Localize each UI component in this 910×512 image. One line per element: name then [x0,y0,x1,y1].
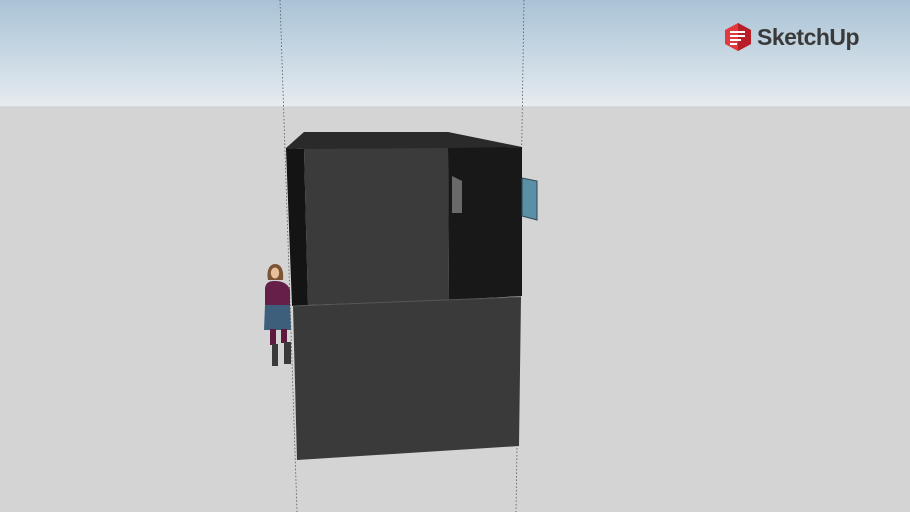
building-model[interactable] [286,132,538,460]
window-right [521,177,538,221]
person-top [265,281,290,306]
sketchup-logo-icon [725,23,751,51]
upper-right-face [448,147,522,300]
person-leg-right [281,329,287,343]
person-face [270,267,280,279]
person-leg-left [270,329,276,345]
person-skirt [264,305,291,330]
lower-front-face [293,297,521,460]
person-boot-left [272,344,278,366]
3d-scene[interactable] [0,0,910,512]
window-left [452,176,462,213]
upper-front-face [304,148,449,305]
sketchup-logo: SketchUp [724,22,860,52]
model-viewport[interactable]: SketchUp [0,0,910,512]
sky [0,0,910,107]
brand-name: SketchUp [757,24,860,50]
person-boot-right [284,342,291,364]
